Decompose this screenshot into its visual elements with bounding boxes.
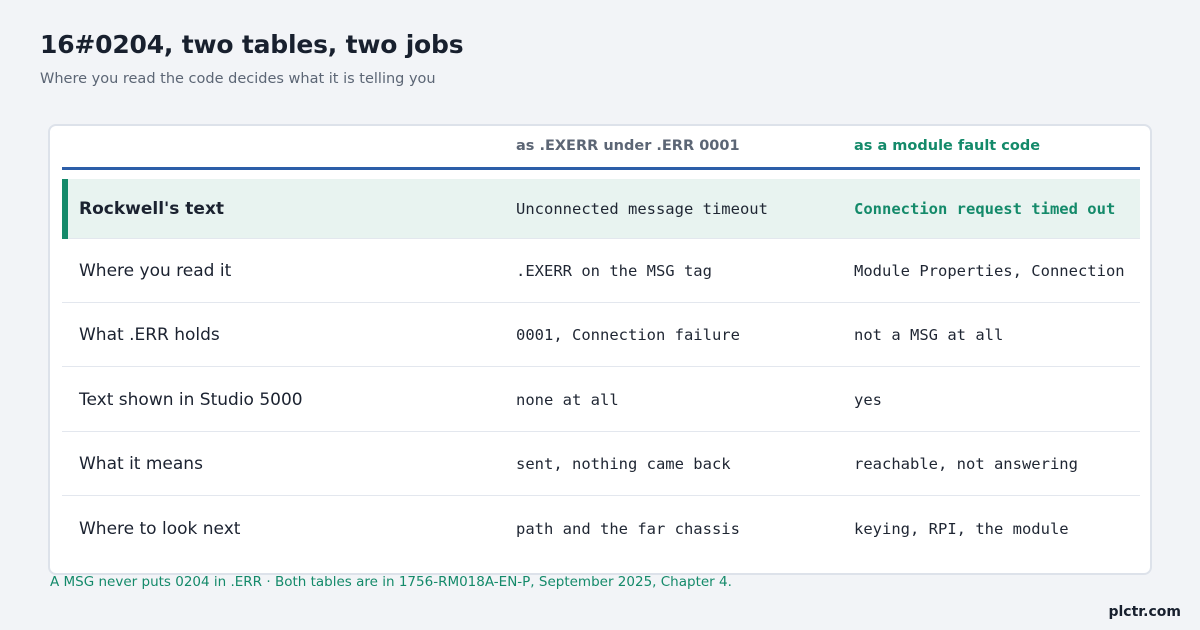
row-label: Where you read it [79,260,232,281]
column-header-exerr: as .EXERR under .ERR 0001 [516,138,740,154]
module-fault-cell: not a MSG at all [854,325,1004,344]
module-fault-cell: Module Properties, Connection [854,261,1125,280]
page-title: 16#0204, two tables, two jobs [40,30,464,59]
exerr-cell: none at all [516,390,619,409]
table-row: Rockwell's text Unconnected message time… [62,179,1140,239]
table-row: Where you read it .EXERR on the MSG tag … [62,239,1140,303]
row-label: Text shown in Studio 5000 [79,389,303,410]
row-label: What it means [79,453,203,474]
row-label: Rockwell's text [79,198,225,219]
brand-label: plctr.com [1108,604,1181,620]
module-fault-cell: yes [854,390,882,409]
row-label: What .ERR holds [79,324,220,345]
page-subtitle: Where you read the code decides what it … [40,71,436,87]
table-header: as .EXERR under .ERR 0001 as a module fa… [62,126,1140,170]
exerr-cell: sent, nothing came back [516,454,731,473]
exerr-cell: Unconnected message timeout [516,199,768,218]
footnote: A MSG never puts 0204 in .ERR · Both tab… [50,574,732,590]
highlight-bar [62,179,68,239]
table-row: Where to look next path and the far chas… [62,497,1140,561]
exerr-cell: 0001, Connection failure [516,325,740,344]
table-row: What .ERR holds 0001, Connection failure… [62,303,1140,367]
comparison-table: as .EXERR under .ERR 0001 as a module fa… [48,124,1152,575]
row-label: Where to look next [79,519,241,539]
table-row: Text shown in Studio 5000 none at all ye… [62,368,1140,432]
module-fault-cell: keying, RPI, the module [854,520,1069,538]
exerr-cell: path and the far chassis [516,520,740,538]
column-header-module-fault: as a module fault code [854,138,1041,154]
module-fault-cell: reachable, not answering [854,454,1078,473]
table-row: What it means sent, nothing came back re… [62,432,1140,496]
exerr-cell: .EXERR on the MSG tag [516,261,712,280]
module-fault-cell: Connection request timed out [854,199,1116,218]
